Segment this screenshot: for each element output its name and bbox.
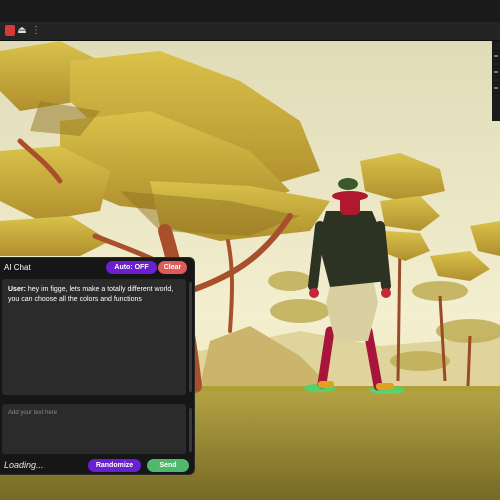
auto-toggle-button[interactable]: Auto: OFF xyxy=(106,261,157,274)
tool-handle-icon[interactable] xyxy=(494,87,498,89)
eject-icon[interactable]: ⏏ xyxy=(17,25,27,36)
message-sender: User: xyxy=(8,286,26,293)
input-scrollbar[interactable] xyxy=(189,408,192,452)
chat-messages[interactable]: User: hey im figge, lets make a totally … xyxy=(2,279,186,395)
message-text: hey im figge, lets make a totally differ… xyxy=(8,286,174,303)
chat-title: AI Chat xyxy=(4,263,31,272)
window-title-bar xyxy=(0,0,500,22)
viewport-toolbar: ⏏ ⋮ xyxy=(0,22,500,41)
chat-message: User: hey im figge, lets make a totally … xyxy=(8,285,180,305)
more-dots-icon[interactable]: ⋮ xyxy=(31,25,41,36)
chat-input[interactable] xyxy=(2,404,186,454)
loading-status: Loading... xyxy=(4,460,44,470)
clear-button[interactable]: Clear xyxy=(158,261,187,274)
tool-handle-icon[interactable] xyxy=(494,55,498,57)
tool-handle-icon[interactable] xyxy=(494,71,498,73)
record-icon[interactable] xyxy=(5,25,15,36)
send-button[interactable]: Send xyxy=(147,459,189,472)
ai-chat-panel: AI Chat Auto: OFF Clear User: hey im fig… xyxy=(0,257,195,475)
viewport-side-toolbar xyxy=(492,41,500,121)
messages-scrollbar[interactable] xyxy=(189,282,192,392)
randomize-button[interactable]: Randomize xyxy=(88,459,141,472)
